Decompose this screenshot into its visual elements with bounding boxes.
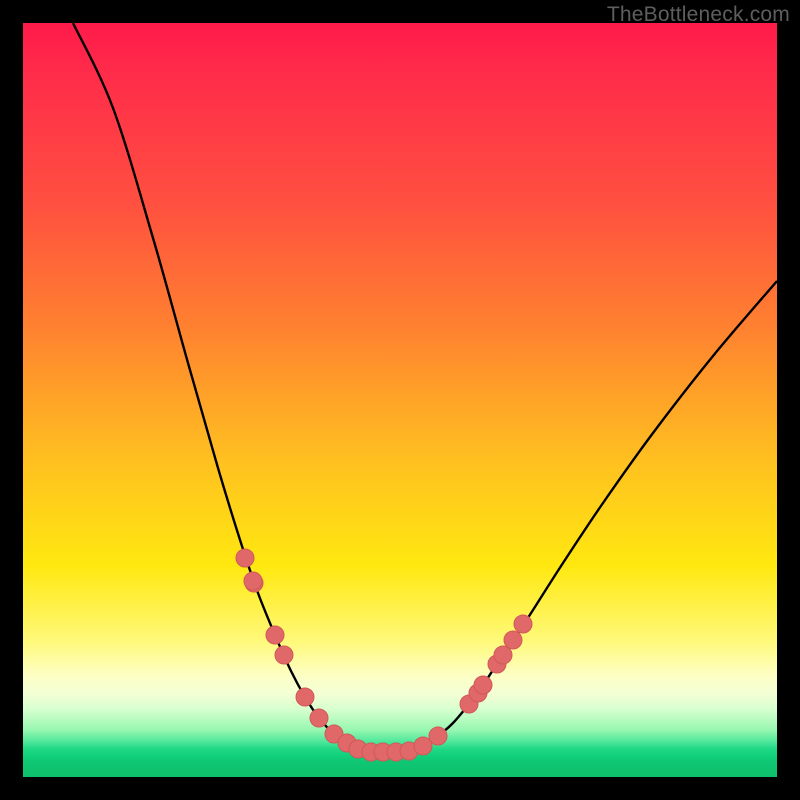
curve-dot: [275, 646, 293, 664]
curve-dots: [236, 549, 532, 761]
curve-dot: [244, 572, 262, 590]
curve-dot: [504, 631, 522, 649]
curve-dot: [236, 549, 254, 567]
bottleneck-curve: [73, 23, 777, 752]
curve-dot: [310, 709, 328, 727]
plot-area: [23, 23, 777, 777]
chart-frame: TheBottleneck.com: [0, 0, 800, 800]
watermark-text: TheBottleneck.com: [607, 3, 790, 27]
bottleneck-curve-svg: [23, 23, 777, 777]
curve-dot: [514, 615, 532, 633]
curve-dot: [474, 676, 492, 694]
curve-dot: [266, 626, 284, 644]
curve-dot: [296, 688, 314, 706]
curve-dot: [429, 727, 447, 745]
